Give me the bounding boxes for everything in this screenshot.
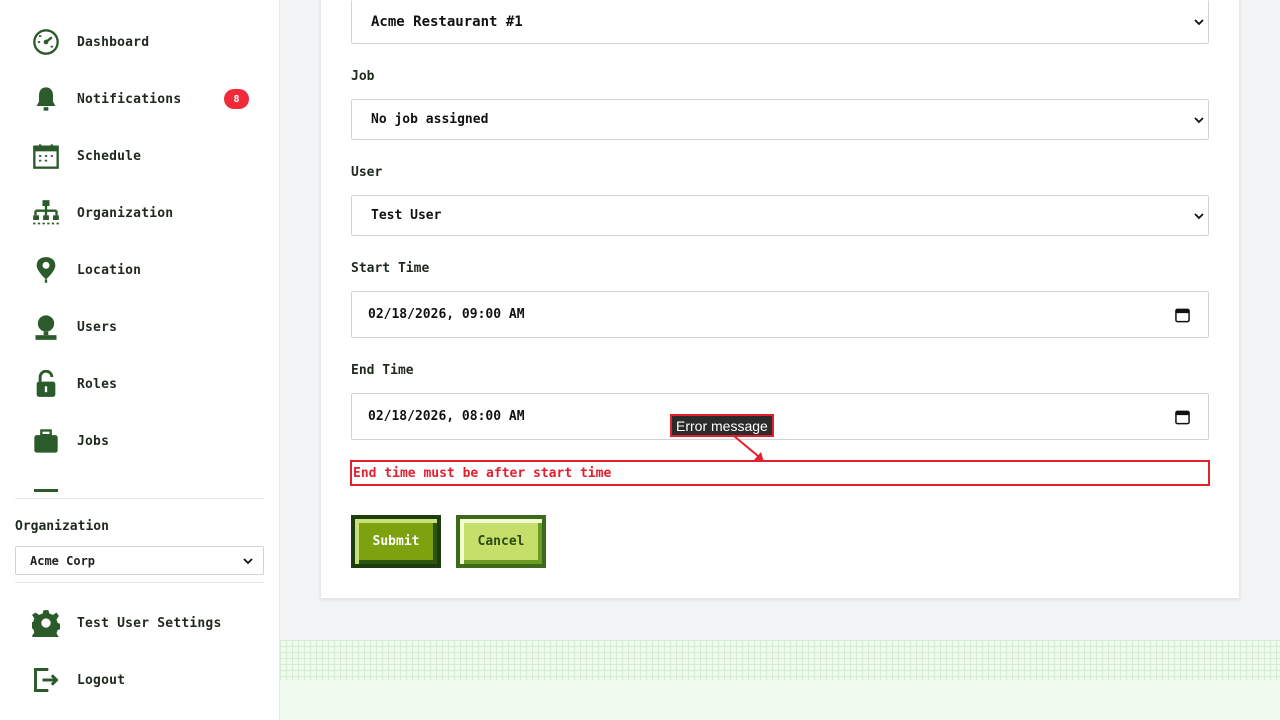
settings-label: Test User Settings [77,615,222,631]
user-select[interactable]: Test User [351,195,1209,236]
sidebar-item-location[interactable]: Location [30,253,260,287]
sidebar-item-jobs[interactable]: Jobs [30,424,260,458]
start-time-value: 02/18/2026, 09:00 AM [368,307,525,322]
job-label: Job [351,69,375,84]
notification-count-badge: 8 [224,89,249,109]
bell-icon [30,83,62,115]
org-chart-icon [30,197,62,229]
lock-icon [30,368,62,400]
sidebar-item-label: Users [77,319,118,335]
location-pin-icon [30,254,62,286]
location-select[interactable]: Acme Restaurant #1 [351,0,1209,44]
divider [15,582,264,583]
submit-button[interactable]: Submit [351,515,441,568]
sidebar-item-dashboard[interactable]: Dashboard [30,25,260,59]
organization-select-value: Acme Corp [30,553,96,568]
sidebar-partial-item [34,489,58,492]
logout-icon [30,664,62,696]
dashboard-icon [30,26,62,58]
organization-label: Organization [15,519,109,534]
sidebar-item-label: Schedule [77,148,142,164]
chevron-down-icon [1194,116,1204,123]
footer [280,680,1280,720]
sidebar-item-label: Roles [77,376,118,392]
chevron-down-icon [243,557,253,564]
gear-icon [30,607,62,639]
footer-pattern [280,640,1280,680]
sidebar-item-schedule[interactable]: Schedule [30,139,260,173]
chevron-down-icon [1194,212,1204,219]
sidebar-item-label: Notifications [77,91,182,107]
sidebar-item-users[interactable]: Users [30,310,260,344]
calendar-picker-icon[interactable] [1175,307,1190,322]
calendar-icon [30,140,62,172]
sidebar-item-label: Jobs [77,433,110,449]
organization-select[interactable]: Acme Corp [15,546,264,575]
sidebar-item-label: Location [77,262,142,278]
divider [15,498,264,499]
sidebar-item-label: Organization [77,205,174,221]
job-select-value: No job assigned [371,112,489,127]
error-annotation-tooltip: Error message [670,414,774,437]
start-time-input[interactable]: 02/18/2026, 09:00 AM [351,291,1209,338]
sidebar-item-label: Dashboard [77,34,150,50]
annotation-arrow [733,435,764,462]
chevron-down-icon [1194,18,1204,25]
briefcase-icon [30,425,62,457]
sidebar-item-roles[interactable]: Roles [30,367,260,401]
job-select[interactable]: No job assigned [351,99,1209,140]
user-label: User [351,165,383,180]
calendar-picker-icon[interactable] [1175,409,1190,424]
sidebar: Dashboard Notifications 8 Schedule Organ… [0,0,280,720]
user-icon [30,311,62,343]
sidebar-item-notifications[interactable]: Notifications 8 [30,82,260,116]
end-time-value: 02/18/2026, 08:00 AM [368,409,525,424]
user-select-value: Test User [371,208,442,223]
settings-link[interactable]: Test User Settings [30,606,260,640]
cancel-button[interactable]: Cancel [456,515,546,568]
logout-label: Logout [77,672,126,688]
end-time-input[interactable]: 02/18/2026, 08:00 AM [351,393,1209,440]
logout-link[interactable]: Logout [30,663,260,697]
end-time-label: End Time [351,363,414,378]
start-time-label: Start Time [351,261,430,276]
sidebar-item-organization[interactable]: Organization [30,196,260,230]
error-message: End time must be after start time [350,460,1210,486]
location-select-value: Acme Restaurant #1 [371,13,523,30]
